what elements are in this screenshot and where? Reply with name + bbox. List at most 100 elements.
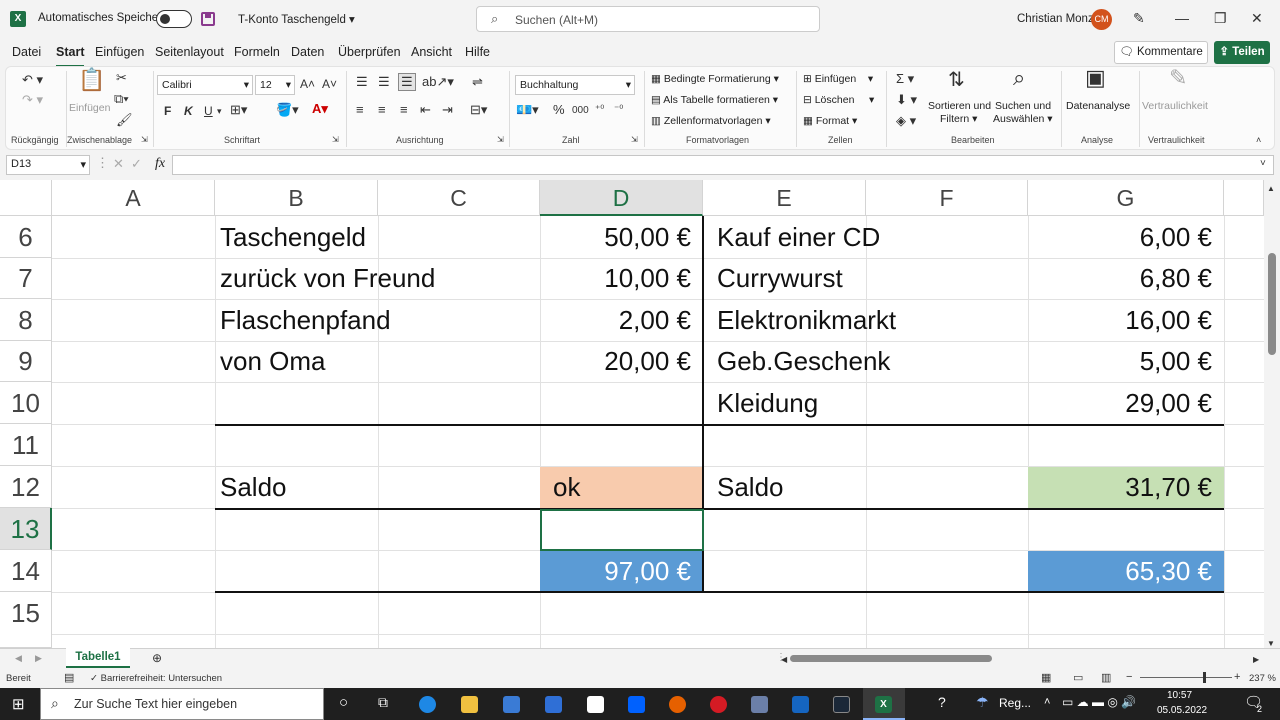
bold-button[interactable]: F <box>164 104 171 118</box>
cell-d6[interactable]: 50,00 € <box>540 217 703 258</box>
vertical-scroll-thumb[interactable] <box>1268 253 1276 355</box>
grow-font-icon[interactable]: A˄ <box>300 77 315 91</box>
windows-start-icon[interactable]: ⊞ <box>12 695 25 713</box>
select-all-corner[interactable] <box>0 180 52 216</box>
cell-g6[interactable]: 6,00 € <box>1028 217 1224 258</box>
thousands-icon[interactable]: 000 <box>572 104 589 118</box>
weather-text[interactable]: Reg... <box>999 696 1031 710</box>
cell-g9[interactable]: 5,00 € <box>1028 341 1224 382</box>
help-icon[interactable]: ? <box>938 694 946 710</box>
delete-cells-button[interactable]: ⊟ Löschen ▾ <box>803 94 874 106</box>
zoom-slider-thumb[interactable] <box>1203 672 1206 683</box>
increase-decimal-icon[interactable]: ⁺⁰ <box>595 103 604 117</box>
cell-b6[interactable]: Taschengeld <box>215 217 540 258</box>
column-header-f[interactable]: F <box>866 180 1028 216</box>
column-header-g[interactable]: G <box>1028 180 1224 216</box>
formula-bar-options-icon[interactable]: ⋮ <box>96 156 109 170</box>
edge-icon[interactable] <box>419 696 436 713</box>
taskbar-search-input[interactable]: ⌕ Zur Suche Text hier eingeben <box>40 688 324 720</box>
minimize-icon[interactable]: — <box>1175 10 1189 26</box>
find-select-label-2[interactable]: Auswählen ▾ <box>993 113 1053 125</box>
cell-g10[interactable]: 29,00 € <box>1028 383 1224 424</box>
macro-icon[interactable]: ▤ <box>64 671 74 684</box>
cell-g8[interactable]: 16,00 € <box>1028 300 1224 341</box>
find-select-icon[interactable]: ⌕ <box>1013 67 1025 89</box>
task-view-icon[interactable]: ⧉ <box>378 694 388 711</box>
format-painter-icon[interactable]: 🖌 <box>116 113 133 127</box>
format-cells-button[interactable]: ▦ Format ▾ <box>803 115 857 127</box>
cortana-icon[interactable]: ○ <box>339 694 348 711</box>
font-name-select[interactable]: Calibri ▾ <box>157 75 253 95</box>
sort-filter-label-2[interactable]: Filtern ▾ <box>940 113 977 125</box>
cell-b7[interactable]: zurück von Freund <box>215 258 540 299</box>
cell-d7[interactable]: 10,00 € <box>540 258 703 299</box>
cancel-entry-icon[interactable]: ✕ <box>113 157 124 171</box>
currency-icon[interactable]: 💶▾ <box>516 103 539 117</box>
autosave-toggle[interactable] <box>156 10 192 28</box>
align-top-icon[interactable]: ☰ <box>356 75 368 89</box>
column-header-h[interactable] <box>1224 180 1264 216</box>
search-input[interactable]: ⌕ Suchen (Alt+M) <box>476 6 820 32</box>
tab-ueberpruefen[interactable]: Überprüfen <box>338 45 401 59</box>
alignment-launcher-icon[interactable]: ⇲ <box>497 133 504 147</box>
paste-button-label[interactable]: Einfügen <box>69 102 110 114</box>
align-left-icon[interactable]: ≡ <box>356 103 364 117</box>
file-explorer-icon[interactable] <box>461 696 478 713</box>
name-box[interactable]: D13 ▾ <box>6 155 90 175</box>
cell-d8[interactable]: 2,00 € <box>540 300 703 341</box>
firefox-icon[interactable] <box>669 696 686 713</box>
decrease-indent-icon[interactable]: ⇤ <box>420 103 431 117</box>
conditional-formatting-button[interactable]: ▦ Bedingte Formatierung ▾ <box>651 73 779 85</box>
scroll-left-icon[interactable]: ◀ <box>781 653 787 667</box>
page-layout-view-icon[interactable]: ▭ <box>1073 671 1083 684</box>
cell-d14[interactable]: 97,00 € <box>540 551 703 592</box>
cell-styles-button[interactable]: ▥ Zellenformatvorlagen ▾ <box>651 115 771 127</box>
zoom-in-icon[interactable]: + <box>1234 671 1240 683</box>
cell-g12[interactable]: 31,70 € <box>1028 467 1224 508</box>
clock-time[interactable]: 10:57 <box>1167 690 1192 701</box>
tab-daten[interactable]: Daten <box>291 45 324 59</box>
sensitivity-icon[interactable]: ✎ <box>1169 67 1187 89</box>
tab-seitenlayout[interactable]: Seitenlayout <box>155 45 224 59</box>
row-header-10[interactable]: 10 <box>0 382 52 424</box>
autosum-icon[interactable]: Σ ▾ <box>896 72 914 86</box>
number-launcher-icon[interactable]: ⇲ <box>631 133 638 147</box>
merge-icon[interactable]: ⊟▾ <box>470 103 487 117</box>
tray-app-icons[interactable]: ▭ ☁ ▬ ◎ 🔊 <box>1062 695 1136 709</box>
cell-e6[interactable]: Kauf einer CD <box>712 217 1028 258</box>
align-bottom-icon[interactable]: ☰ <box>398 73 416 91</box>
formula-input[interactable] <box>172 155 1274 175</box>
column-header-b[interactable]: B <box>215 180 378 216</box>
align-middle-icon[interactable]: ☰ <box>378 75 390 89</box>
row-header-11[interactable]: 11 <box>0 424 52 466</box>
cell-b9[interactable]: von Oma <box>215 341 540 382</box>
cell-g14[interactable]: 65,30 € <box>1028 551 1224 592</box>
column-header-d[interactable]: D <box>540 180 703 216</box>
cut-icon[interactable]: ✂ <box>116 71 127 85</box>
comments-button[interactable]: 🗨 Kommentare <box>1114 41 1208 64</box>
row-header-7[interactable]: 7 <box>0 258 52 299</box>
tray-expand-icon[interactable]: ˄ <box>1044 696 1050 708</box>
orientation-icon[interactable]: ab↗▾ <box>422 75 454 89</box>
row-header-9[interactable]: 9 <box>0 341 52 382</box>
media-app-icon[interactable] <box>751 696 768 713</box>
paste-icon[interactable]: 📋 <box>78 69 105 91</box>
opera-icon[interactable] <box>710 696 727 713</box>
cell-e10[interactable]: Kleidung <box>712 383 1028 424</box>
column-header-a[interactable]: A <box>52 180 215 216</box>
spreadsheet-grid[interactable]: A B C D E F G 6 7 8 9 10 11 12 13 14 15 <box>0 180 1280 648</box>
format-as-table-button[interactable]: ▤ Als Tabelle formatieren ▾ <box>651 94 778 106</box>
data-analysis-icon[interactable]: ▣ <box>1085 67 1106 89</box>
column-header-c[interactable]: C <box>378 180 540 216</box>
data-analysis-button[interactable]: Datenanalyse <box>1066 100 1130 112</box>
font-color-icon[interactable]: A▾ <box>312 102 328 116</box>
row-header-15[interactable]: 15 <box>0 592 52 648</box>
undo-icon[interactable]: ↶ ▾ <box>22 73 43 87</box>
fill-color-icon[interactable]: 🪣▾ <box>276 103 299 117</box>
mail-icon[interactable] <box>545 696 562 713</box>
cell-d9[interactable]: 20,00 € <box>540 341 703 382</box>
align-center-icon[interactable]: ≡ <box>378 103 386 117</box>
document-title[interactable]: T-Konto Taschengeld ▾ <box>238 12 355 26</box>
horizontal-scroll-thumb[interactable] <box>790 655 992 662</box>
underline-dropdown-icon[interactable]: ▾ <box>217 104 222 118</box>
